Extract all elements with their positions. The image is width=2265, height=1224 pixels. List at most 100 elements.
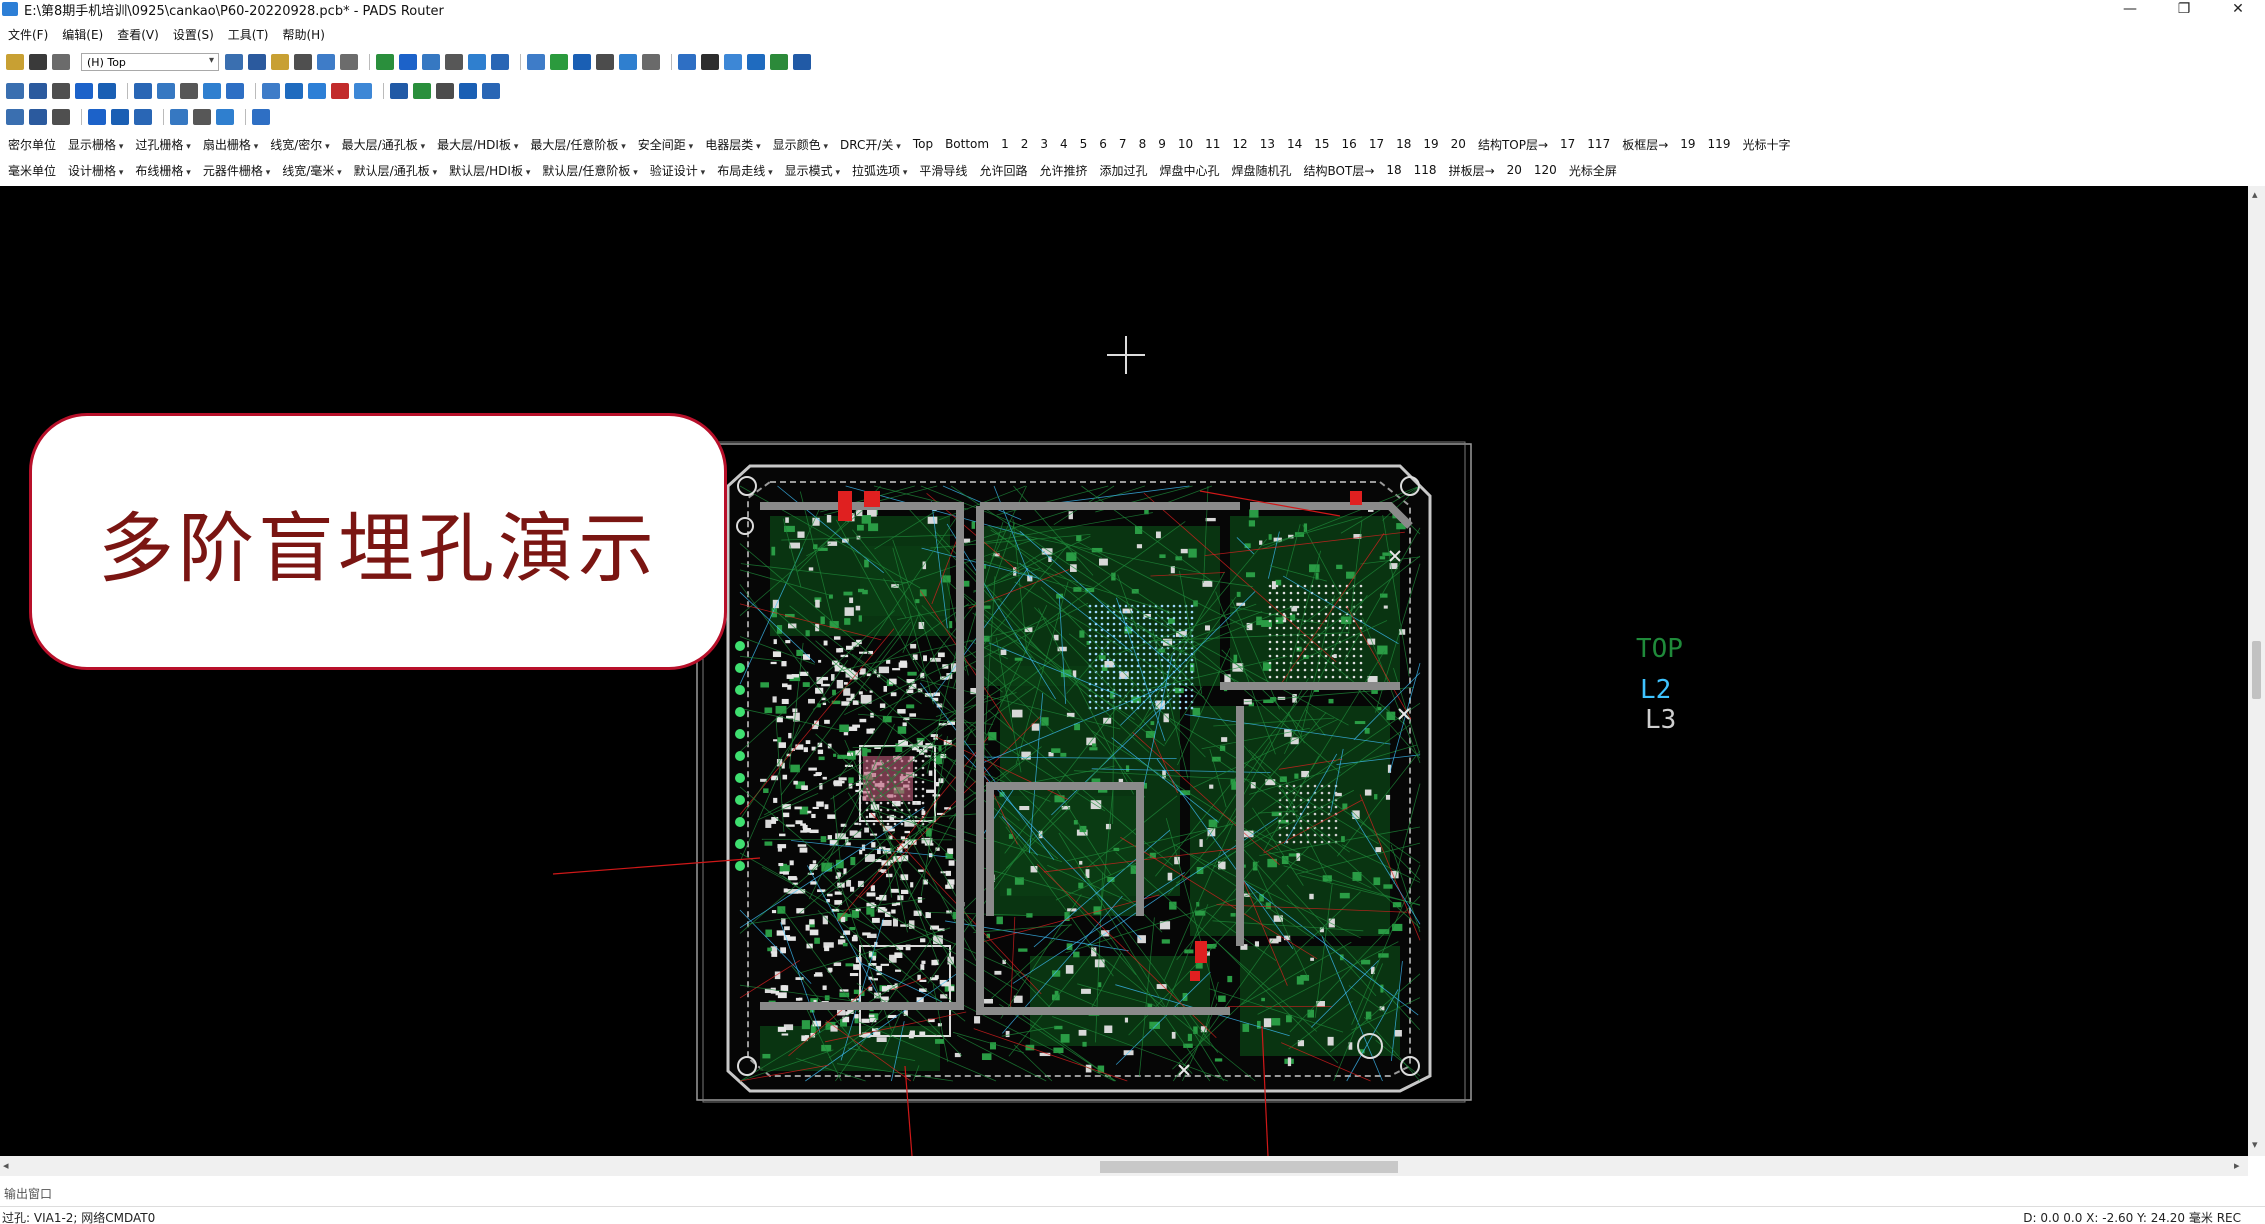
standard-tool-14-icon[interactable] [550,54,568,70]
output-window-label[interactable]: 输出窗口 [4,1185,52,1202]
open-icon[interactable] [6,54,24,70]
text-toolbar1-item[interactable]: 12 [1232,137,1247,151]
standard-tool-9-icon[interactable] [422,54,440,70]
standard-tool-6-icon[interactable] [340,54,358,70]
text-toolbar1-item[interactable]: 结构TOP层→ [1478,136,1548,153]
text-toolbar1-item[interactable]: 显示颜色 [773,136,828,153]
standard-tool-13-icon[interactable] [527,54,545,70]
text-toolbar1-item[interactable]: 17 [1369,137,1384,151]
text-toolbar1-item[interactable]: 19 [1680,137,1695,151]
text-toolbar1-item[interactable]: 117 [1587,137,1610,151]
text-toolbar1-item[interactable]: 扇出栅格 [203,136,258,153]
text-toolbar2-item[interactable]: 默认层/任意阶板 [542,162,637,179]
routing-tool-15-icon[interactable] [354,83,372,99]
standard-tool-8-icon[interactable] [399,54,417,70]
text-toolbar1-item[interactable]: 15 [1314,137,1329,151]
text-toolbar2-item[interactable]: 添加过孔 [1099,162,1147,179]
design-tool-6-icon[interactable] [134,109,152,125]
standard-tool-12-icon[interactable] [491,54,509,70]
routing-tool-13-icon[interactable] [308,83,326,99]
text-toolbar2-item[interactable]: 毫米单位 [8,162,56,179]
text-toolbar1-item[interactable]: 16 [1342,137,1357,151]
standard-tool-7-icon[interactable] [376,54,394,70]
text-toolbar2-item[interactable]: 显示模式 [785,162,840,179]
text-toolbar1-item[interactable]: 17 [1560,137,1575,151]
text-toolbar1-item[interactable]: 显示栅格 [68,136,123,153]
restore-button[interactable]: ❐ [2157,0,2211,18]
standard-tool-17-icon[interactable] [619,54,637,70]
text-toolbar1-item[interactable]: 1 [1001,137,1009,151]
routing-tool-4-icon[interactable] [75,83,93,99]
standard-tool-2-icon[interactable] [248,54,266,70]
design-tool-4-icon[interactable] [88,109,106,125]
menu-help[interactable]: 帮助(H) [283,26,325,43]
vertical-scroll-thumb[interactable] [2252,641,2261,699]
routing-tool-17-icon[interactable] [413,83,431,99]
standard-tool-16-icon[interactable] [596,54,614,70]
standard-tool-5-icon[interactable] [317,54,335,70]
scroll-right-icon[interactable]: ▸ [2234,1159,2240,1172]
routing-tool-16-icon[interactable] [390,83,408,99]
text-toolbar1-item[interactable]: 119 [1708,137,1731,151]
scroll-up-icon[interactable]: ▴ [2252,188,2258,201]
standard-tool-20-icon[interactable] [701,54,719,70]
standard-tool-10-icon[interactable] [445,54,463,70]
text-toolbar1-item[interactable]: DRC开/关 [840,136,901,153]
text-toolbar2-item[interactable]: 默认层/HDI板 [449,162,530,179]
text-toolbar1-item[interactable]: 6 [1099,137,1107,151]
standard-tool-21-icon[interactable] [724,54,742,70]
text-toolbar1-item[interactable]: 安全间距 [638,136,693,153]
routing-tool-20-icon[interactable] [482,83,500,99]
text-toolbar2-item[interactable]: 光标全屏 [1569,162,1617,179]
routing-tool-3-icon[interactable] [52,83,70,99]
text-toolbar2-item[interactable]: 元器件栅格 [203,162,270,179]
text-toolbar1-item[interactable]: 密尔单位 [8,136,56,153]
text-toolbar2-item[interactable]: 验证设计 [650,162,705,179]
text-toolbar1-item[interactable]: Top [913,137,933,151]
text-toolbar2-item[interactable]: 设计栅格 [68,162,123,179]
routing-tool-18-icon[interactable] [436,83,454,99]
standard-tool-4-icon[interactable] [294,54,312,70]
text-toolbar2-item[interactable]: 线宽/毫米 [282,162,341,179]
text-toolbar1-item[interactable]: 光标十字 [1742,136,1790,153]
horizontal-scroll-thumb[interactable] [1100,1161,1398,1173]
minimize-button[interactable]: — [2103,0,2157,18]
text-toolbar1-item[interactable]: 4 [1060,137,1068,151]
text-toolbar1-item[interactable]: 18 [1396,137,1411,151]
text-toolbar1-item[interactable]: 板框层→ [1622,136,1668,153]
text-toolbar2-item[interactable]: 允许回路 [979,162,1027,179]
text-toolbar1-item[interactable]: 2 [1021,137,1029,151]
scroll-left-icon[interactable]: ◂ [3,1159,9,1172]
text-toolbar2-item[interactable]: 默认层/通孔板 [354,162,437,179]
text-toolbar1-item[interactable]: Bottom [945,137,989,151]
horizontal-scrollbar[interactable]: ◂ ▸ [0,1156,2248,1176]
text-toolbar1-item[interactable]: 5 [1080,137,1088,151]
save-icon[interactable] [29,54,47,70]
text-toolbar1-item[interactable]: 10 [1178,137,1193,151]
standard-tool-22-icon[interactable] [747,54,765,70]
design-tool-8-icon[interactable] [193,109,211,125]
vertical-scrollbar[interactable]: ▴ ▾ [2248,186,2265,1156]
text-toolbar1-item[interactable]: 14 [1287,137,1302,151]
text-toolbar2-item[interactable]: 拉弧选项 [852,162,907,179]
routing-tool-9-icon[interactable] [203,83,221,99]
text-toolbar2-item[interactable]: 平滑导线 [919,162,967,179]
text-toolbar1-item[interactable]: 7 [1119,137,1127,151]
standard-tool-18-icon[interactable] [642,54,660,70]
pcb-canvas[interactable]: TOP L2 L3 [0,186,2248,1156]
menu-view[interactable]: 查看(V) [117,26,159,43]
menu-file[interactable]: 文件(F) [8,26,48,43]
text-toolbar1-item[interactable]: 9 [1158,137,1166,151]
text-toolbar1-item[interactable]: 最大层/任意阶板 [530,136,625,153]
design-tool-1-icon[interactable] [6,109,24,125]
pcb-drawing[interactable] [0,186,2248,1156]
routing-tool-6-icon[interactable] [134,83,152,99]
design-tool-9-icon[interactable] [216,109,234,125]
text-toolbar1-item[interactable]: 8 [1139,137,1147,151]
routing-tool-7-icon[interactable] [157,83,175,99]
text-toolbar2-item[interactable]: 结构BOT层→ [1304,162,1375,179]
standard-tool-3-icon[interactable] [271,54,289,70]
standard-tool-11-icon[interactable] [468,54,486,70]
design-tool-3-icon[interactable] [52,109,70,125]
routing-tool-11-icon[interactable] [262,83,280,99]
